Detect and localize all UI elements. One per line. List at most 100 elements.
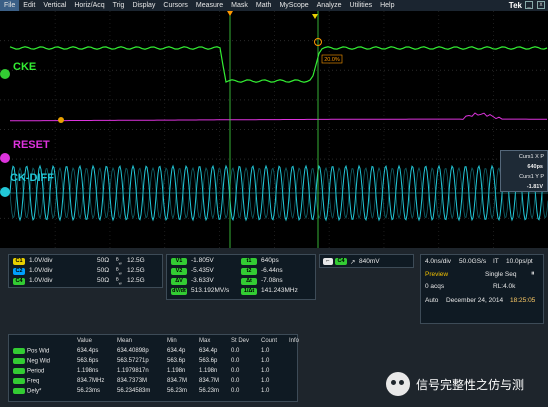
header-mean: Mean (117, 338, 133, 344)
ch4-scale: 1.0V/div (29, 277, 53, 284)
ch1-impedance: 50Ω (97, 257, 110, 264)
measurement-count: 1.0 (261, 378, 270, 384)
measurement-stdev: 0.0 (231, 358, 240, 364)
ck-diff-channel-marker[interactable] (0, 187, 10, 197)
measurement-min: 56.23m (167, 388, 188, 394)
reset-label: RESET (13, 139, 50, 151)
status-panel: C1 1.0V/div 50Ω ᴮw 12.5G C2 1.0V/div 50Ω… (0, 248, 548, 407)
ch2-impedance: 50Ω (97, 267, 110, 274)
channel-settings-box[interactable]: C1 1.0V/div 50Ω ᴮw 12.5G C2 1.0V/div 50Ω… (8, 254, 163, 288)
reset-channel-marker[interactable] (0, 153, 10, 163)
measurement-row[interactable]: Dely* 56.23ms 56.234583m 56.23m 56.23m 0… (10, 386, 310, 396)
cursor-readout-panel: Curs1 X P 640ps Curs1 Y P -1.81V (500, 150, 548, 192)
timebase: 4.0ns/div (425, 258, 452, 265)
ch4-bandwidth-icon: ᴮw (116, 277, 122, 286)
measurement-count: 1.0 (261, 388, 270, 394)
reset-cursor-marker[interactable] (58, 117, 64, 123)
measurement-name: Freq (27, 378, 40, 385)
ch1-bandwidth-icon: ᴮw (116, 257, 122, 266)
trigger-mode: Auto (425, 297, 439, 304)
ch4-bandwidth: 12.5G (127, 277, 145, 284)
measurement-min: 834.7M (167, 378, 188, 384)
measurement-value: 1.198ns (77, 368, 99, 374)
interpolation-mode: IT (493, 258, 499, 265)
menu-help[interactable]: Help (376, 0, 398, 11)
acquisition-count: 0 acqs (425, 283, 445, 290)
t2-value: -6.44ns (261, 267, 283, 274)
close-button[interactable]: x (537, 1, 545, 9)
header-max: Max (199, 338, 211, 344)
measurement-table: Value Mean Min Max St Dev Count Info Pos… (10, 336, 310, 396)
time: 18:25:05 (510, 297, 536, 304)
measurement-value: 563.6ps (77, 358, 99, 364)
t1-badge: t1 (241, 258, 257, 265)
dvdt-badge: dV/dt (171, 288, 187, 295)
measurement-stdev: 0.0 (231, 388, 240, 394)
cursor-x-label: Curs1 X P (518, 154, 544, 160)
trigger-slope-icon: ↗ (350, 259, 356, 266)
measurement-max: 56.23m (199, 388, 220, 394)
measurement-row[interactable]: Pos Wid 634.4ps 634.40898p 634.4p 634.4p… (10, 346, 310, 356)
delta-t-value: -7.08ns (261, 277, 283, 284)
sample-rate: 50.0GS/s (459, 258, 487, 265)
menu-cursors[interactable]: Cursors (159, 0, 192, 11)
minimize-button[interactable]: _ (525, 1, 533, 9)
wechat-logo (386, 372, 410, 396)
run-mode: Single Seq (485, 271, 517, 278)
measurement-mean: 1.1979817n (117, 368, 149, 374)
menu-file[interactable]: File (0, 0, 20, 11)
ch1-badge[interactable]: C1 (13, 258, 25, 265)
measurement-value: 634.4ps (77, 348, 99, 354)
v1-value: -1.805V (191, 257, 214, 264)
t1-value: 640ps (261, 257, 279, 264)
measurement-mean: 834.7373M (117, 378, 148, 384)
menu-utilities[interactable]: Utilities (346, 0, 377, 11)
ch2-badge[interactable]: C2 (13, 268, 25, 275)
menu-myscope[interactable]: MyScope (275, 0, 312, 11)
watermark-text: 信号完整性之仿与测 (416, 378, 525, 392)
waveform-display[interactable]: 20.0% (0, 11, 548, 248)
menu-edit[interactable]: Edit (19, 0, 39, 11)
t2-badge: t2 (241, 268, 257, 275)
channel-swatch (13, 387, 25, 394)
measurement-max: 1.198n (199, 368, 218, 374)
acquisition-box[interactable]: 4.0ns/div 50.0GS/s IT 10.0ps/pt Preview … (420, 254, 544, 324)
trigger-box[interactable]: ⌐ C4 ↗ 840mV (319, 254, 414, 268)
measurement-mean: 563.57271p (117, 358, 149, 364)
delta-v-badge: ΔV (171, 278, 187, 285)
menu-trig[interactable]: Trig (109, 0, 129, 11)
measurement-max: 563.6p (199, 358, 218, 364)
menu-bar: File Edit Vertical Horiz/Acq Trig Displa… (0, 0, 548, 11)
measurement-value: 56.23ms (77, 388, 101, 394)
measurement-value: 834.7MHz (77, 378, 105, 384)
menu-math[interactable]: Math (252, 0, 276, 11)
header-value: Value (77, 338, 92, 344)
cke-channel-marker[interactable] (0, 69, 10, 79)
ch1-bandwidth: 12.5G (127, 257, 145, 264)
channel-swatch (13, 357, 25, 364)
menu-mask[interactable]: Mask (227, 0, 252, 11)
channel-swatch (13, 347, 25, 354)
measurement-row[interactable]: Neg Wid 563.6ps 563.57271p 563.6p 563.6p… (10, 356, 310, 366)
menu-analyze[interactable]: Analyze (313, 0, 346, 11)
menu-measure[interactable]: Measure (192, 0, 227, 11)
header-count: Count (261, 338, 278, 344)
measurement-count: 1.0 (261, 368, 270, 374)
menu-horiz-acq[interactable]: Horiz/Acq (70, 0, 108, 11)
preview-label: Preview (425, 271, 449, 278)
measurement-min: 563.6p (167, 358, 186, 364)
measurement-row[interactable]: Freq 834.7MHz 834.7373M 834.7M 834.7M 0.… (10, 376, 310, 386)
measurement-row[interactable]: Period 1.198ns 1.1979817n 1.198n 1.198n … (10, 366, 310, 376)
header-name (10, 336, 74, 346)
v2-badge: V2 (171, 268, 187, 275)
menu-vertical[interactable]: Vertical (39, 0, 70, 11)
record-length: RL:4.0k (493, 283, 516, 290)
dvdt-value: 513.192MV/s (191, 287, 230, 294)
menu-display[interactable]: Display (128, 0, 159, 11)
stop-icon[interactable]: ⏸ (531, 270, 535, 278)
trigger-source-badge: C4 (335, 258, 347, 265)
ch4-badge[interactable]: C4 (13, 278, 25, 285)
v1-badge: V1 (171, 258, 187, 265)
cursor-values-box[interactable]: V1 -1.805V V2 -5.435V ΔV -3.633V dV/dt 5… (166, 254, 316, 300)
measurement-mean: 56.234583m (117, 388, 151, 394)
